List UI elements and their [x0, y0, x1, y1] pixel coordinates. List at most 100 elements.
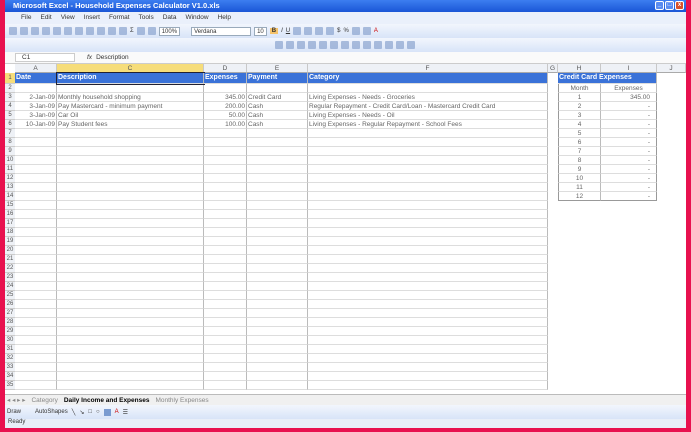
row-header[interactable]: 8	[5, 138, 15, 147]
tool-icon[interactable]	[363, 41, 371, 49]
cell[interactable]	[204, 210, 247, 219]
menu-edit[interactable]: Edit	[40, 12, 51, 24]
row-header[interactable]: 4	[5, 102, 15, 111]
header-payment[interactable]: Payment	[247, 73, 308, 84]
line-style-icon[interactable]: ☰	[123, 409, 128, 416]
row-header[interactable]: 12	[5, 174, 15, 183]
row-header[interactable]: 35	[5, 381, 15, 390]
row-header[interactable]: 13	[5, 183, 15, 192]
row-header[interactable]: 24	[5, 282, 15, 291]
cell[interactable]	[247, 183, 308, 192]
cell[interactable]	[57, 264, 204, 273]
cell[interactable]	[204, 84, 247, 93]
month-expense-cell[interactable]: -	[601, 120, 657, 129]
chart-icon[interactable]	[147, 27, 156, 35]
oval-icon[interactable]: ○	[96, 409, 100, 415]
borders-icon[interactable]	[351, 27, 360, 35]
font-size-select[interactable]: 10	[254, 26, 267, 36]
row-header[interactable]: 27	[5, 309, 15, 318]
cell[interactable]	[15, 228, 57, 237]
cell[interactable]	[308, 255, 548, 264]
cell[interactable]	[308, 273, 548, 282]
cell[interactable]	[308, 381, 548, 390]
name-box[interactable]: C1	[15, 53, 75, 62]
column-header-f[interactable]: F	[308, 64, 548, 73]
row-header[interactable]: 33	[5, 363, 15, 372]
cell[interactable]	[204, 273, 247, 282]
menu-view[interactable]: View	[61, 12, 75, 24]
cell[interactable]	[204, 129, 247, 138]
cell[interactable]	[247, 255, 308, 264]
cell[interactable]	[308, 138, 548, 147]
row-header[interactable]: 23	[5, 273, 15, 282]
cell[interactable]	[204, 264, 247, 273]
cut-icon[interactable]	[75, 27, 83, 35]
row-header[interactable]: 14	[5, 192, 15, 201]
cell[interactable]	[204, 147, 247, 156]
column-header-c[interactable]: C	[57, 64, 204, 73]
cell[interactable]	[247, 138, 308, 147]
cell[interactable]	[308, 84, 548, 93]
cell[interactable]	[15, 309, 57, 318]
row-header[interactable]: 7	[5, 129, 15, 138]
fill-color-icon[interactable]	[362, 27, 371, 35]
cell[interactable]	[15, 381, 57, 390]
cell-category[interactable]: Living Expenses - Needs - Groceries	[308, 93, 548, 102]
cell[interactable]	[247, 147, 308, 156]
column-header-g[interactable]: G	[548, 64, 558, 73]
tool-icon[interactable]	[286, 41, 294, 49]
row-header[interactable]: 29	[5, 327, 15, 336]
cell[interactable]	[57, 273, 204, 282]
month-expense-cell[interactable]: -	[601, 102, 657, 111]
cell[interactable]	[204, 138, 247, 147]
align-center-icon[interactable]	[304, 27, 313, 35]
row-header[interactable]: 19	[5, 237, 15, 246]
cell[interactable]	[204, 354, 247, 363]
cell[interactable]	[15, 165, 57, 174]
percent-icon[interactable]: %	[343, 28, 348, 34]
cell[interactable]	[204, 183, 247, 192]
cell[interactable]	[57, 372, 204, 381]
cell[interactable]	[247, 282, 308, 291]
cell[interactable]	[308, 282, 548, 291]
cell[interactable]	[15, 147, 57, 156]
cell[interactable]	[57, 354, 204, 363]
cell[interactable]	[308, 174, 548, 183]
header-description[interactable]: Description	[56, 72, 205, 85]
row-header[interactable]: 22	[5, 264, 15, 273]
tool-icon[interactable]	[308, 41, 316, 49]
redo-icon[interactable]	[119, 27, 127, 35]
cell[interactable]	[15, 273, 57, 282]
cell[interactable]	[308, 318, 548, 327]
cell-date[interactable]: 3-Jan-09	[15, 102, 57, 111]
fx-icon[interactable]: fx	[87, 54, 92, 61]
cell[interactable]	[15, 174, 57, 183]
cell[interactable]	[15, 192, 57, 201]
row-header[interactable]: 9	[5, 147, 15, 156]
menu-data[interactable]: Data	[163, 12, 177, 24]
cell[interactable]	[247, 372, 308, 381]
tool-icon[interactable]	[330, 41, 338, 49]
tool-icon[interactable]	[407, 41, 415, 49]
preview-icon[interactable]	[53, 27, 61, 35]
month-cell[interactable]: 4	[558, 120, 601, 129]
cell-description[interactable]: Pay Mastercard - minimum payment	[57, 102, 204, 111]
cell[interactable]	[57, 381, 204, 390]
cell[interactable]	[15, 183, 57, 192]
cell-payment[interactable]: Cash	[247, 111, 308, 120]
cell[interactable]	[15, 318, 57, 327]
paste-icon[interactable]	[97, 27, 105, 35]
month-cell[interactable]: 5	[558, 129, 601, 138]
maximize-button[interactable]: □	[665, 1, 674, 10]
cell[interactable]	[308, 291, 548, 300]
zoom-select[interactable]: 100%	[158, 26, 181, 36]
month-expense-cell[interactable]: -	[601, 129, 657, 138]
month-cell[interactable]: 2	[558, 102, 601, 111]
month-expense-cell[interactable]: -	[601, 192, 657, 201]
cell[interactable]	[15, 84, 57, 93]
cell[interactable]	[204, 327, 247, 336]
cell[interactable]	[247, 336, 308, 345]
print-icon[interactable]	[42, 27, 50, 35]
align-left-icon[interactable]	[293, 27, 302, 35]
cell[interactable]	[57, 228, 204, 237]
